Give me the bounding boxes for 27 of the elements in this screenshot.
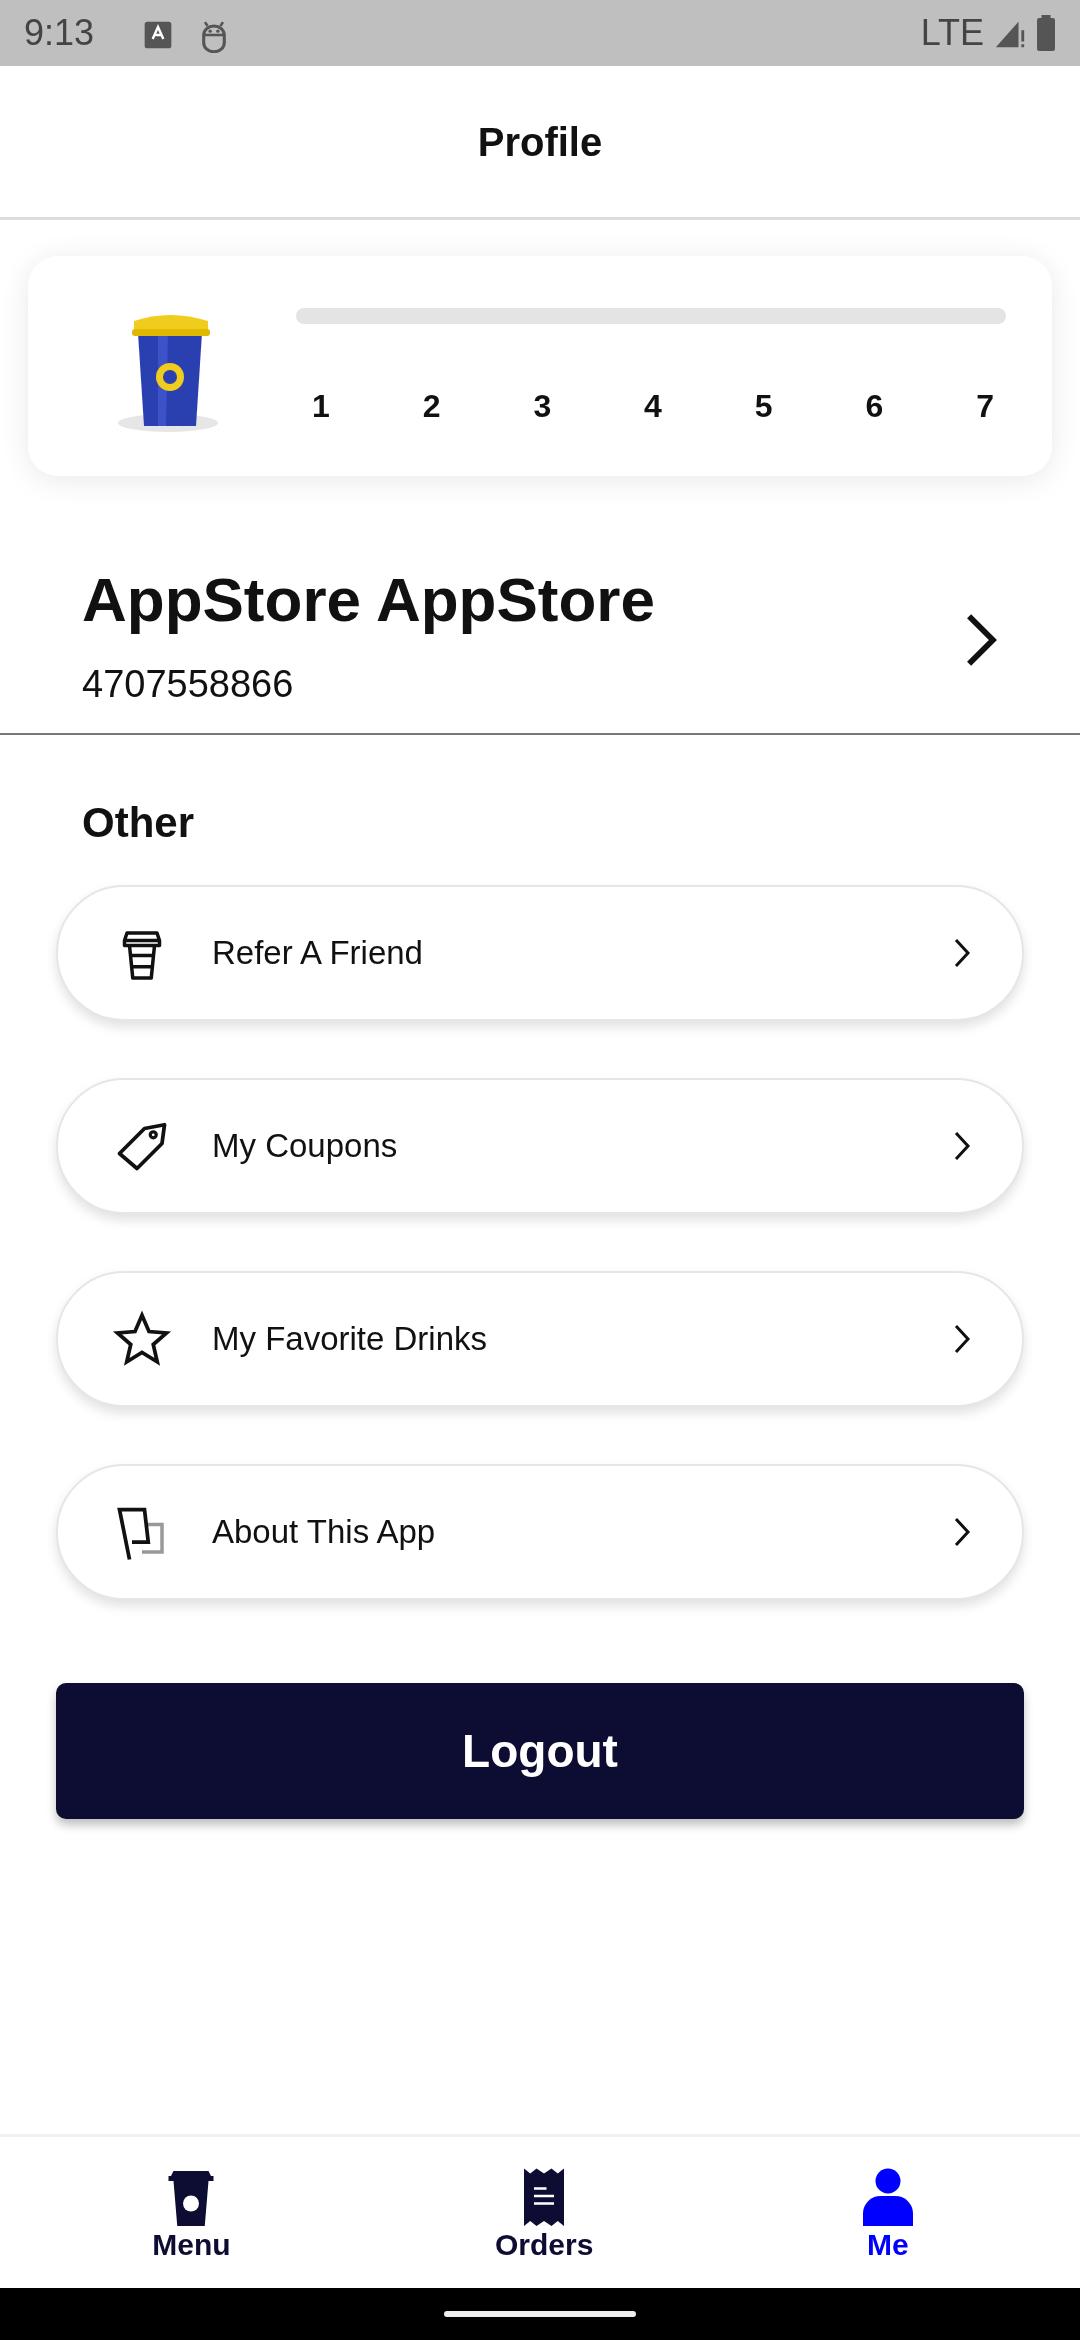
chevron-right-icon — [952, 937, 972, 969]
chevron-right-icon — [952, 1516, 972, 1548]
home-handle[interactable] — [444, 2311, 636, 2317]
menu-item[interactable]: About This App — [56, 1464, 1024, 1600]
section-title: Other — [82, 799, 194, 846]
menu-item[interactable]: My Favorite Drinks — [56, 1271, 1024, 1407]
chevron-right-icon — [952, 1130, 972, 1162]
step-number: 6 — [865, 387, 884, 426]
step-number: 5 — [754, 387, 773, 426]
profile-name: AppStore AppStore — [82, 565, 656, 635]
phone-number: 4707558866 — [82, 663, 294, 706]
menu-item[interactable]: Refer A Friend — [56, 885, 1024, 1021]
step-number: 2 — [422, 387, 441, 426]
menu-item[interactable]: My Coupons — [56, 1078, 1024, 1214]
nav-tab[interactable]: Me — [857, 2165, 918, 2260]
status-time: 9:13 — [24, 11, 95, 55]
nav-tab[interactable]: Menu — [152, 2165, 231, 2260]
chevron-right-icon — [952, 1323, 972, 1355]
network-type: LTE — [920, 11, 984, 55]
step-number: 1 — [312, 387, 330, 426]
nav-tab[interactable]: Orders — [494, 2165, 594, 2260]
battery-icon — [1036, 15, 1056, 51]
logout-button[interactable]: Logout — [56, 1683, 1024, 1819]
page-title: Profile — [477, 118, 603, 166]
step-number: 3 — [533, 387, 552, 426]
step-number: 7 — [976, 387, 994, 426]
step-number: 4 — [644, 387, 662, 426]
